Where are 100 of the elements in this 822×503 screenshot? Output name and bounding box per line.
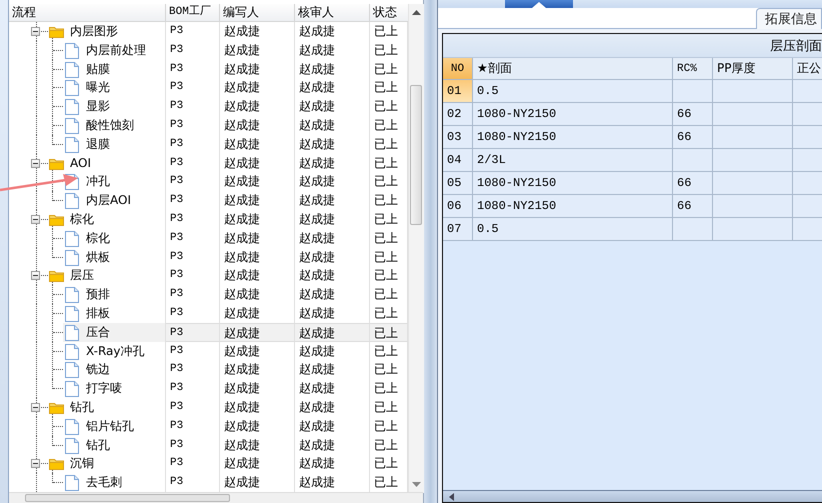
row-number[interactable]: 06 (443, 195, 473, 217)
table-cell: P3 (166, 342, 220, 360)
row-number[interactable]: 05 (443, 172, 473, 194)
column-header[interactable]: BOM工厂 (166, 4, 220, 21)
table-cell: P3 (166, 266, 220, 286)
step-label[interactable]: 曝光 (86, 80, 110, 96)
document-icon (65, 250, 79, 266)
document-icon (65, 381, 79, 398)
table-cell: 赵成捷 (220, 248, 295, 266)
horizontal-scrollbar[interactable] (443, 490, 822, 502)
table-cell: P3 (166, 22, 220, 41)
table-cell: 赵成捷 (220, 97, 295, 116)
column-header[interactable]: PP厚度 (713, 58, 793, 79)
collapse-toggle[interactable] (31, 402, 40, 412)
step-label[interactable]: 内层AOI (86, 193, 131, 208)
table-cell: 赵成捷 (295, 97, 370, 116)
document-icon (65, 438, 79, 454)
column-header[interactable]: NO (443, 58, 473, 79)
document-icon (65, 136, 79, 153)
step-label[interactable]: 烘板 (86, 250, 110, 265)
step-label[interactable]: 酸性蚀刻 (86, 118, 134, 133)
table-cell: 0.5 (473, 80, 673, 102)
column-header[interactable]: 核审人 (295, 4, 370, 21)
table-cell: 66 (673, 126, 713, 148)
column-header[interactable]: 状态 (370, 4, 408, 21)
step-label[interactable]: 铣边 (86, 362, 110, 378)
table-cell: 1080-NY2150 (473, 172, 673, 194)
folder-label[interactable]: 钻孔 (70, 400, 94, 415)
table-cell: 赵成捷 (220, 78, 295, 98)
table-cell: P3 (166, 172, 220, 192)
collapse-toggle[interactable] (31, 459, 40, 468)
scroll-thumb[interactable] (25, 494, 230, 502)
step-label[interactable]: 钻孔 (86, 438, 110, 453)
table-cell: 赵成捷 (295, 116, 370, 135)
folder-label[interactable]: AOI (70, 156, 91, 171)
table-cell: 赵成捷 (220, 454, 295, 474)
table-cell: 赵成捷 (295, 210, 370, 229)
collapse-toggle[interactable] (31, 271, 40, 280)
column-header[interactable]: ★剖面 (473, 58, 673, 79)
table-cell: 2/3L (473, 149, 673, 171)
document-icon (65, 362, 79, 378)
collapse-toggle[interactable] (31, 27, 40, 36)
scroll-up-icon[interactable] (412, 10, 421, 15)
step-label[interactable]: 预排 (86, 287, 110, 302)
step-label[interactable]: 冲孔 (86, 174, 110, 190)
row-number[interactable]: 04 (443, 149, 473, 171)
row-number[interactable]: 07 (443, 218, 473, 240)
step-label[interactable]: 铝片钻孔 (86, 418, 134, 434)
table-cell: P3 (166, 116, 220, 135)
step-label[interactable]: 退膜 (86, 136, 110, 152)
step-label[interactable]: 排板 (86, 306, 110, 321)
table-cell: 赵成捷 (295, 416, 370, 436)
table-cell: 已上 (370, 322, 408, 342)
table-cell: 赵成捷 (295, 191, 370, 210)
vertical-scrollbar[interactable] (408, 4, 424, 493)
table-cell: 赵成捷 (295, 398, 370, 417)
step-label[interactable]: 打字唛 (86, 381, 122, 396)
folder-label[interactable]: 棕化 (70, 212, 94, 227)
column-header[interactable]: 正公 (793, 58, 822, 79)
step-label[interactable]: 显影 (86, 99, 110, 114)
table-cell: 赵成捷 (295, 322, 370, 342)
column-header[interactable]: RC% (673, 58, 713, 79)
row-number[interactable]: 02 (443, 103, 473, 125)
step-label[interactable]: 贴膜 (86, 62, 110, 77)
collapse-toggle[interactable] (31, 214, 40, 224)
collapse-toggle[interactable] (31, 158, 40, 168)
column-header[interactable]: 编写人 (220, 4, 295, 21)
scroll-down-icon[interactable] (412, 482, 421, 487)
table-cell: 赵成捷 (295, 436, 370, 454)
table-cell: 赵成捷 (295, 40, 370, 60)
table-cell: 赵成捷 (220, 40, 295, 60)
splitter-handle[interactable] (424, 0, 438, 503)
document-icon (65, 475, 79, 492)
table-cell: 赵成捷 (295, 342, 370, 360)
tab[interactable]: 拓展信息 (756, 8, 822, 29)
document-icon (65, 118, 79, 134)
folder-label[interactable]: 层压 (70, 268, 94, 284)
row-number[interactable]: 01 (443, 80, 473, 102)
table-cell: 赵成捷 (220, 134, 295, 154)
folder-icon (49, 212, 64, 226)
table-cell: P3 (166, 248, 220, 266)
table-cell: 66 (673, 172, 713, 194)
table-cell: P3 (166, 210, 220, 229)
step-label[interactable]: 压合 (86, 324, 110, 340)
collapse-button[interactable] (505, 0, 573, 8)
table-cell: 赵成捷 (220, 342, 295, 360)
scroll-thumb[interactable] (410, 85, 422, 225)
row-number[interactable]: 03 (443, 126, 473, 148)
step-label[interactable]: X-Ray冲孔 (86, 344, 144, 359)
scroll-left-icon[interactable] (449, 492, 454, 500)
step-label[interactable]: 去毛刺 (86, 475, 122, 490)
folder-label[interactable]: 沉铜 (70, 456, 94, 472)
table-cell: 1080-NY2150 (473, 195, 673, 217)
step-label[interactable]: 棕化 (86, 230, 110, 246)
table-cell: 赵成捷 (220, 228, 295, 248)
column-header[interactable]: 流程 (9, 4, 166, 21)
table-cell: 0.5 (473, 218, 673, 240)
step-label[interactable]: 内层前处理 (86, 42, 146, 58)
table-cell: 赵成捷 (295, 248, 370, 266)
folder-label[interactable]: 内层图形 (70, 24, 118, 39)
